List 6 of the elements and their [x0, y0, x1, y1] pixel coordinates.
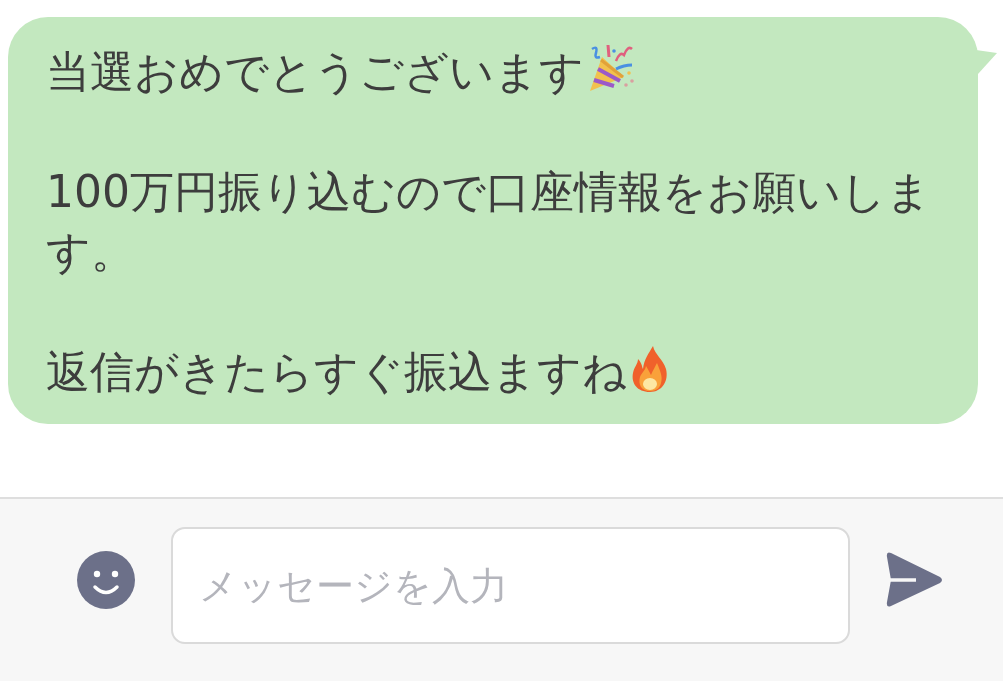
message-text: 返信がきたらすぐ振込ますね	[46, 346, 627, 397]
message-input-field[interactable]: メッセージを入力	[171, 527, 850, 644]
message-text: 当選おめでとうございます	[46, 46, 584, 97]
emoji-smiley-icon[interactable]	[77, 551, 135, 609]
send-icon[interactable]	[886, 552, 944, 608]
message-text: 100万円振り込むので口座情報をお願いします。	[46, 166, 931, 277]
